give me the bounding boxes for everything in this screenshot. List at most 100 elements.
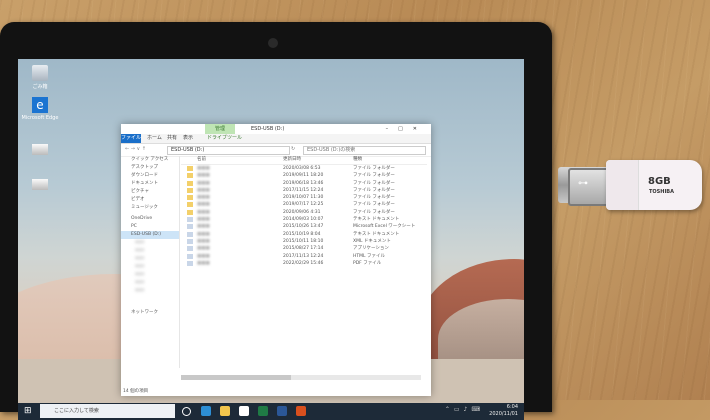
app-icon[interactable] [296,406,306,416]
drive-icon [32,179,48,190]
usb-capacity-label: 8GB [648,176,671,187]
file-row[interactable]: ■■■ 2019/07/17 12:25 ファイル フォルダー [181,201,427,208]
file-name: ■■■ [197,224,210,230]
file-row[interactable]: ■■■ 2015/10/11 18:10 XML ドキュメント [181,238,427,245]
drive-icon [32,144,48,155]
file-name: ■■■ [197,238,210,244]
nav-item-downloads[interactable]: ダウンロード [121,172,179,180]
nav-item-documents[interactable]: ドキュメント [121,180,179,188]
file-icon [187,224,193,230]
folder-icon [187,187,193,193]
file-date: 2015/10/11 18:10 [283,238,324,244]
file-date: 2020/09/06 4:31 [283,209,321,215]
desktop-icon-drive[interactable] [20,179,60,192]
file-row[interactable]: ■■■ 2019/10/07 11:30 ファイル フォルダー [181,194,427,201]
file-explorer-icon[interactable] [220,406,230,416]
file-date: 2015/08/27 17:14 [283,246,324,252]
tab-share[interactable]: 共有 [167,134,177,143]
column-name[interactable]: 名前 [197,156,206,164]
file-icon [187,253,193,259]
task-view-icon[interactable] [182,407,191,416]
file-row[interactable]: ■■■ 2020/03/08 6:53 ファイル フォルダー [181,165,427,172]
word-icon[interactable] [277,406,287,416]
file-date: 2015/10/26 13:47 [283,224,324,230]
file-date: 2015/10/19 8:04 [283,231,321,237]
window-title: ESD-USB (D:) [251,126,285,132]
taskbar-search-input[interactable]: ここに入力して検索 [40,404,175,418]
nav-item-quick-access[interactable]: クイック アクセス [121,156,179,164]
tab-home[interactable]: ホーム [147,134,162,143]
file-row[interactable]: ■■■ 2015/08/27 17:14 アプリケーション [181,245,427,252]
nav-arrows-icon[interactable]: ← → ∨ ↑ [125,146,146,152]
tab-file[interactable]: ファイル [121,134,141,143]
usb-brand-label: TOSHIBA [649,189,674,195]
horizontal-scrollbar[interactable] [181,375,421,380]
edge-icon: e [32,97,48,113]
tablet-screen: ごみ箱 e Microsoft Edge 管理 ESD-USB (D:) –□✕… [18,59,524,420]
desktop-icon-label: ごみ箱 [32,84,48,90]
file-date: 2019/10/07 11:30 [283,195,324,201]
window-controls[interactable]: –□✕ [386,124,427,134]
edge-icon[interactable] [201,406,211,416]
scrollbar-thumb[interactable] [181,375,291,380]
file-name: ■■■ [197,180,210,186]
file-name: ■■■ [197,217,210,223]
recycle-bin-icon [32,65,48,81]
taskbar: ⊞ ここに入力して検索 ⌃▭♪⌨ 6:04 2020/11/01 [18,403,524,420]
file-type: XML ドキュメント [353,238,391,244]
file-name: ■■■ [197,195,210,201]
file-row[interactable]: ■■■ 2019/06/18 13:46 ファイル フォルダー [181,180,427,187]
file-date: 2014/09/03 10:07 [283,217,324,223]
file-row[interactable]: ■■■ 2022/02/29 15:46 PDF ファイル [181,260,427,267]
nav-item-music[interactable]: ミュージック [121,204,179,212]
file-row[interactable]: ■■■ 2015/10/26 13:47 Microsoft Excel ワークシー… [181,223,427,230]
folder-icon [187,180,193,186]
folder-icon [187,173,193,179]
nav-item-pictures[interactable]: ピクチャ [121,188,179,196]
tab-drive-tools[interactable]: ドライブツール [207,134,242,143]
file-row[interactable]: ■■■ 2015/10/19 8:04 テキスト ドキュメント [181,231,427,238]
file-type: ファイル フォルダー [353,180,395,186]
search-input[interactable]: ESD-USB (D:)の検索 [303,146,426,155]
file-list-header: 名前 更新日時 種類 [181,156,427,165]
refresh-icon[interactable]: ↻ [291,146,295,152]
nav-item-pc[interactable]: PC [121,223,179,231]
system-tray-icons[interactable]: ⌃▭♪⌨ [445,406,484,413]
title-bar[interactable]: 管理 ESD-USB (D:) –□✕ [121,124,431,134]
file-type: PDF ファイル [353,260,382,266]
windows-start-icon[interactable]: ⊞ [24,406,34,416]
folder-icon [187,166,193,171]
column-type[interactable]: 種類 [353,156,362,164]
nav-item-videos[interactable]: ビデオ [121,196,179,204]
file-type: ファイル フォルダー [353,209,395,215]
nav-item-network[interactable]: ネットワーク [121,309,179,317]
folder-icon [187,202,193,208]
file-row[interactable]: ■■■ 2017/11/15 12:24 ファイル フォルダー [181,187,427,194]
file-icon [187,217,193,223]
file-row[interactable]: ■■■ 2019/09/11 18:20 ファイル フォルダー [181,172,427,179]
file-explorer-window[interactable]: 管理 ESD-USB (D:) –□✕ ファイル ホーム 共有 表示 ドライブツ… [121,124,431,396]
nav-item-usb-drive[interactable]: ESD-USB (D:) [121,231,179,239]
file-type: HTML ファイル [353,253,385,259]
address-bar[interactable]: ESD-USB (D:) [167,146,290,155]
nav-item-desktop[interactable]: デスクトップ [121,164,179,172]
file-date: 2019/07/17 12:25 [283,202,324,208]
file-name: ■■■ [197,231,210,237]
ribbon-tabs: ファイル ホーム 共有 表示 ドライブツール [121,134,431,144]
store-icon[interactable] [239,406,249,416]
context-tab-manage[interactable]: 管理 [205,124,235,134]
tab-view[interactable]: 表示 [183,134,193,143]
taskbar-clock[interactable]: 6:04 2020/11/01 [489,404,518,418]
file-type: ファイル フォルダー [353,173,395,179]
desktop-icon-recycle-bin[interactable]: ごみ箱 [20,65,60,90]
nav-item-onedrive[interactable]: OneDrive [121,215,179,223]
file-row[interactable]: ■■■ 2017/11/13 12:24 HTML ファイル [181,253,427,260]
file-row[interactable]: ■■■ 2014/09/03 10:07 テキスト ドキュメント [181,216,427,223]
desktop-icon-edge[interactable]: e Microsoft Edge [20,97,60,121]
file-row[interactable]: ■■■ 2020/09/06 4:31 ファイル フォルダー [181,209,427,216]
desktop-icon-drive[interactable] [20,144,60,157]
file-type: ファイル フォルダー [353,166,395,171]
excel-icon[interactable] [258,406,268,416]
file-date: 2017/11/15 12:24 [283,187,324,193]
column-date[interactable]: 更新日時 [283,156,301,164]
